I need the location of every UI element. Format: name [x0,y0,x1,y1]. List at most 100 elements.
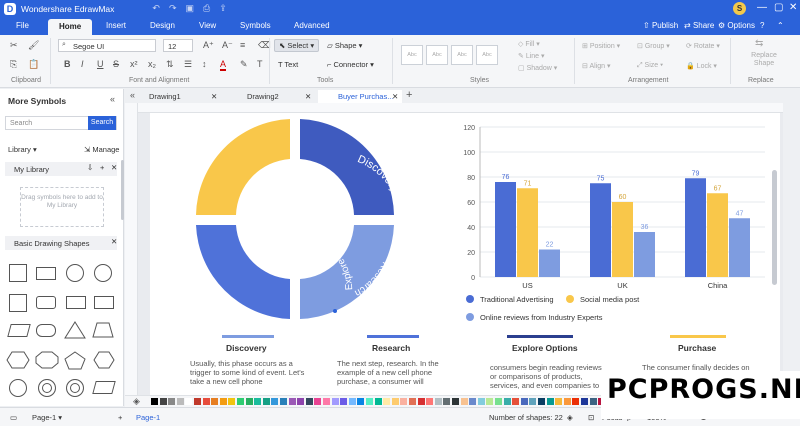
color-swatch[interactable] [589,398,597,405]
parallelogram-shape[interactable] [7,324,31,337]
text-highlight-icon[interactable]: ✎ [240,59,248,70]
color-swatch[interactable] [314,398,322,405]
tab-design[interactable]: Design [150,21,175,30]
decrease-font-icon[interactable]: A⁻ [222,40,233,51]
color-swatch[interactable] [245,398,253,405]
text-direction-icon[interactable]: ⇅ [166,59,174,70]
paste-icon[interactable]: 📋 [28,59,39,70]
canvas-scrollbar[interactable] [772,170,777,285]
font-family-select[interactable]: ⌕ Segoe UI [58,39,156,52]
color-swatch[interactable] [486,398,494,405]
bullet-list-icon[interactable]: ☰ [184,59,192,70]
style-preset-2[interactable]: Abc [426,45,448,65]
library-label[interactable]: Library ▾ [8,145,37,154]
align-center-icon[interactable]: ≡ [240,40,245,50]
align-button[interactable]: ⊟ Align ▾ [582,62,610,70]
ring-shape[interactable] [66,379,84,397]
color-swatch[interactable] [151,398,158,405]
color-swatch[interactable] [581,398,588,405]
bold-icon[interactable]: B [64,59,71,69]
font-size-select[interactable]: 12 [163,39,193,52]
shape-tool[interactable]: ▱ Shape ▾ [327,41,362,50]
focus-icon[interactable]: ⊡ [588,413,594,422]
color-swatch[interactable] [228,398,236,405]
color-swatch[interactable] [305,398,313,405]
circle-shape[interactable] [66,264,84,282]
color-swatch[interactable] [443,398,451,405]
rotate-button[interactable]: ⟳ Rotate ▾ [686,42,720,50]
tab-file[interactable]: File [16,21,29,30]
donut-segment-discovery[interactable] [300,119,394,215]
doc-tab-buyer-purchase[interactable]: Buyer Purchas... ✕ [318,90,402,103]
color-swatch[interactable] [495,398,502,405]
close-icon[interactable]: ✕ [111,163,117,172]
color-swatch[interactable] [546,398,554,405]
doc-tab-drawing1[interactable]: Drawing1 ✕ [129,90,225,103]
position-button[interactable]: ⊞ Position ▾ [582,42,620,50]
fill-bucket-icon[interactable]: ◈ [133,396,140,407]
color-swatch[interactable] [159,398,167,405]
size-button[interactable]: ⤢ Size ▾ [637,62,663,70]
page-select[interactable]: Page-1 ▾ [32,413,62,422]
symbol-search-input[interactable]: Search Search [5,116,117,130]
collapse-ribbon-icon[interactable]: ⌃ [777,21,784,30]
color-swatch[interactable] [262,398,270,405]
cut-icon[interactable]: ✂ [10,40,18,51]
color-swatch[interactable] [572,398,580,405]
close-icon[interactable]: ✕ [789,2,797,13]
hexagon-shape[interactable] [93,351,115,369]
rectangle-shape[interactable] [36,267,56,280]
color-swatch[interactable] [211,398,219,405]
select-tool[interactable]: ⬉ Select ▾ [274,39,320,52]
panel-scrollbar[interactable] [121,160,124,220]
color-swatch[interactable] [477,398,485,405]
close-tab-icon[interactable]: ✕ [392,92,398,101]
connector-tool[interactable]: ⌐ Connector ▾ [327,60,374,69]
color-swatch[interactable] [202,398,210,405]
options-button[interactable]: ⚙ Options [718,21,755,30]
color-swatch[interactable] [185,398,193,405]
color-swatch[interactable] [280,398,287,405]
ring-shape[interactable] [38,379,56,397]
square-shape[interactable] [9,294,27,312]
rounded-rect-shape[interactable] [36,296,56,309]
print-icon[interactable]: ⎙ [203,3,210,14]
hexagon-shape[interactable] [6,351,30,369]
color-swatch[interactable] [374,398,382,405]
minimize-icon[interactable]: — [757,2,767,13]
add-icon[interactable]: + [100,163,104,172]
square-shape[interactable] [9,264,27,282]
color-swatch[interactable] [417,398,425,405]
help-icon[interactable]: ? [760,21,764,30]
selection-handle[interactable] [333,309,337,313]
color-swatch[interactable] [391,398,399,405]
increase-font-icon[interactable]: A⁺ [203,40,214,51]
strikethrough-icon[interactable]: S [113,59,119,69]
color-swatch[interactable] [409,398,416,405]
style-preset-1[interactable]: Abc [401,45,423,65]
color-swatch[interactable] [555,398,563,405]
tab-advanced[interactable]: Advanced [294,21,330,30]
superscript-icon[interactable]: x² [130,59,138,69]
search-button[interactable]: Search [88,116,116,130]
fill-button[interactable]: ◇ Fill ▾ [518,40,540,48]
color-swatch[interactable] [331,398,339,405]
my-library-header[interactable]: My Library ⇩ + ✕ [5,162,117,176]
trapezoid-shape[interactable] [92,322,114,338]
format-painter-icon[interactable]: 🖌 [28,40,39,51]
triangle-shape[interactable] [64,321,86,339]
user-avatar[interactable]: S [733,2,746,15]
import-icon[interactable]: ⇩ [87,163,93,172]
color-swatch[interactable] [176,398,184,405]
color-swatch[interactable] [434,398,442,405]
tab-insert[interactable]: Insert [106,21,126,30]
line-button[interactable]: ✎ Line ▾ [518,52,545,60]
text-tool[interactable]: T Text [278,60,298,69]
color-swatch[interactable] [426,398,434,405]
color-swatch[interactable] [288,398,296,405]
export-icon[interactable]: ⇪ [219,3,227,14]
color-swatch[interactable] [503,398,511,405]
bar-chart[interactable]: 0 20 40 60 80 100 120 76 71 22 US 75 60 36 UK 79 67 47 Chi… [450,117,775,332]
new-tab-icon[interactable]: + [406,89,412,101]
circle-shape[interactable] [9,379,27,397]
